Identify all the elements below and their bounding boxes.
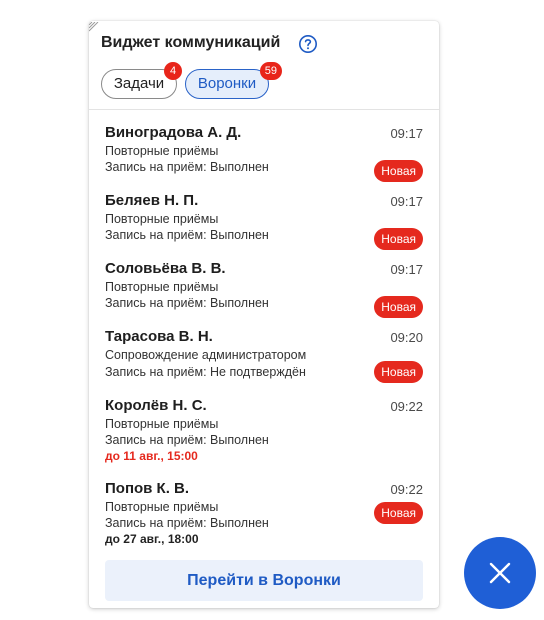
patient-name: Королёв Н. С.	[105, 397, 207, 414]
item-funnel: Повторные приёмы	[105, 500, 219, 514]
deadline: до 27 авг., 18:00	[105, 532, 199, 546]
status-badge: Новая	[374, 228, 423, 250]
deadline-overdue: до 11 авг., 15:00	[105, 449, 198, 463]
communication-widget: Виджет коммуникаций Задачи 4 Воронки 59 …	[89, 21, 439, 608]
patient-name: Виноградова А. Д.	[105, 124, 242, 141]
close-widget-button[interactable]	[464, 537, 536, 609]
item-stage: Запись на приём: Выполнен	[105, 433, 269, 447]
status-badge: Новая	[374, 502, 423, 524]
tab-funnels[interactable]: Воронки 59	[185, 62, 282, 99]
status-badge: Новая	[374, 296, 423, 318]
widget-header: Виджет коммуникаций Задачи 4 Воронки 59	[89, 21, 439, 110]
item-time: 09:17	[390, 262, 423, 277]
tab-funnels-label: Воронки	[197, 75, 257, 92]
patient-name: Попов К. В.	[105, 480, 190, 497]
item-stage: Запись на приём: Выполнен	[105, 228, 269, 242]
item-stage: Запись на приём: Выполнен	[105, 160, 269, 174]
widget-title: Виджет коммуникаций	[101, 34, 281, 51]
item-time: 09:22	[390, 482, 423, 497]
item-funnel: Повторные приёмы	[105, 144, 219, 158]
item-stage: Запись на приём: Выполнен	[105, 296, 269, 310]
status-badge: Новая	[374, 361, 423, 383]
item-time: 09:17	[390, 194, 423, 209]
item-time: 09:17	[390, 126, 423, 141]
item-stage: Запись на приём: Не подтверждён	[105, 365, 306, 379]
item-funnel: Повторные приёмы	[105, 280, 219, 294]
item-stage: Запись на приём: Выполнен	[105, 516, 269, 530]
patient-name: Беляев Н. П.	[105, 192, 199, 209]
item-time: 09:20	[390, 330, 423, 345]
item-funnel: Повторные приёмы	[105, 417, 219, 431]
patient-name: Соловьёва В. В.	[105, 260, 226, 277]
tab-tasks-label: Задачи	[113, 75, 165, 92]
item-funnel: Сопровождение администратором	[105, 348, 307, 362]
item-time: 09:22	[390, 399, 423, 414]
help-icon[interactable]	[298, 34, 318, 54]
go-to-funnels-button[interactable]: Перейти в Воронки	[105, 560, 423, 601]
status-badge: Новая	[374, 160, 423, 182]
tasks-count-badge: 4	[164, 62, 182, 80]
tab-tasks[interactable]: Задачи 4	[101, 62, 182, 99]
item-funnel: Повторные приёмы	[105, 212, 219, 226]
patient-name: Тарасова В. Н.	[105, 328, 213, 345]
funnels-count-badge: 59	[259, 62, 282, 80]
close-icon	[489, 562, 511, 584]
